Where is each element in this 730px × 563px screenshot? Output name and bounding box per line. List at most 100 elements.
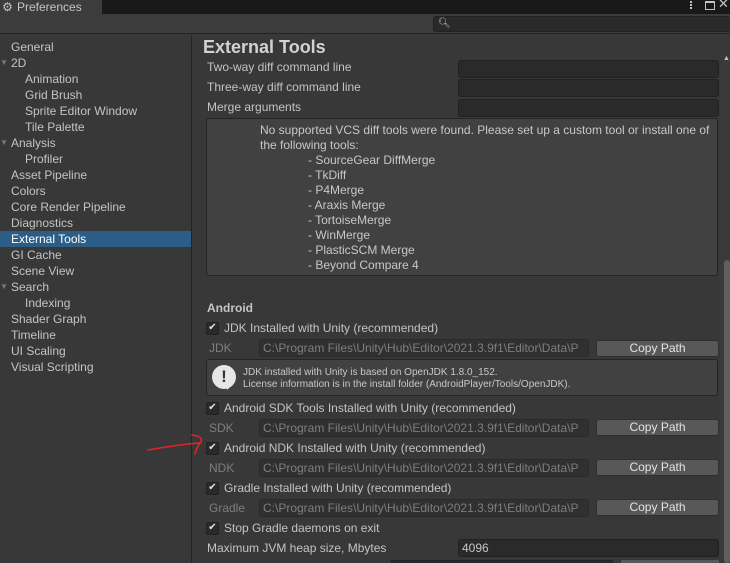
search-input[interactable]: 🔍︎: [433, 16, 730, 32]
expand-arrow-icon[interactable]: ▼: [0, 279, 8, 295]
jdk-info-box: ! JDK installed with Unity is based on O…: [206, 359, 718, 396]
jdk-info-line: License information is in the install fo…: [243, 379, 571, 390]
checkmark-icon: ✔: [208, 522, 217, 533]
stop-gradle-checkbox-label: Stop Gradle daemons on exit: [224, 521, 380, 535]
gradle-path-label: Gradle: [209, 501, 246, 515]
more-options-icon[interactable]: [688, 0, 694, 12]
vcs-tool-item: - Araxis Merge: [308, 198, 386, 212]
gear-icon: ⚙: [2, 0, 13, 14]
ndk-checkbox[interactable]: ✔: [206, 441, 219, 455]
checkmark-icon: ✔: [208, 482, 217, 493]
sdk-checkbox[interactable]: ✔: [206, 401, 219, 415]
jdk-checkbox-row[interactable]: ✔ JDK Installed with Unity (recommended): [206, 320, 438, 336]
sidebar-item-gi-cache[interactable]: GI Cache: [0, 247, 191, 263]
sidebar-item-label: Search: [11, 280, 50, 294]
sidebar-item-label: Animation: [25, 72, 79, 86]
sidebar-item-animation[interactable]: Animation: [0, 71, 191, 87]
sidebar-item-colors[interactable]: Colors: [0, 183, 191, 199]
sidebar-item-label: Asset Pipeline: [11, 168, 88, 182]
vcs-tool-item: - WinMerge: [308, 228, 371, 242]
vcs-tool-item: - SourceGear DiffMerge: [308, 153, 436, 167]
jdk-info-line: JDK installed with Unity is based on Ope…: [243, 367, 498, 378]
three-way-diff-label: Three-way diff command line: [207, 80, 361, 94]
expand-arrow-icon[interactable]: ▼: [0, 135, 8, 151]
jdk-path-label: JDK: [209, 341, 232, 355]
sidebar-item-shader-graph[interactable]: Shader Graph: [0, 311, 191, 327]
sidebar-item-external-tools[interactable]: External Tools: [0, 231, 191, 247]
gradle-checkbox[interactable]: ✔: [206, 481, 219, 495]
sidebar-item-label: Diagnostics: [11, 216, 74, 230]
sidebar-item-2d[interactable]: ▼ 2D: [0, 55, 191, 71]
sidebar-item-general[interactable]: General: [0, 39, 191, 55]
ndk-checkbox-row[interactable]: ✔ Android NDK Installed with Unity (reco…: [206, 440, 485, 456]
search-icon: 🔍︎: [438, 18, 451, 29]
merge-arguments-input[interactable]: [458, 99, 719, 117]
sidebar-item-core-render-pipeline[interactable]: Core Render Pipeline: [0, 199, 191, 215]
sidebar-item-scene-view[interactable]: Scene View: [0, 263, 191, 279]
expand-arrow-icon[interactable]: ▼: [0, 55, 8, 71]
sidebar-item-label: External Tools: [11, 232, 87, 246]
sidebar-item-label: Tile Palette: [25, 120, 85, 134]
jdk-checkbox[interactable]: ✔: [206, 321, 219, 335]
maximize-button[interactable]: [705, 1, 715, 10]
page-title: External Tools: [203, 37, 326, 57]
sidebar-item-label: Visual Scripting: [11, 360, 94, 374]
sidebar-item-timeline[interactable]: Timeline: [0, 327, 191, 343]
two-way-diff-label: Two-way diff command line: [207, 60, 352, 74]
ndk-path-field: C:\Program Files\Unity\Hub\Editor\2021.3…: [259, 459, 589, 477]
sdk-checkbox-row[interactable]: ✔ Android SDK Tools Installed with Unity…: [206, 400, 516, 416]
vcs-tool-item: - TkDiff: [308, 168, 347, 182]
jvm-heap-input[interactable]: 4096: [458, 539, 719, 557]
sidebar-item-visual-scripting[interactable]: Visual Scripting: [0, 359, 191, 375]
jdk-checkbox-label: JDK Installed with Unity (recommended): [224, 321, 439, 335]
sidebar-item-label: General: [11, 40, 54, 54]
ndk-checkbox-label: Android NDK Installed with Unity (recomm…: [224, 441, 486, 455]
two-way-diff-input[interactable]: [458, 60, 719, 78]
stop-gradle-checkbox-row[interactable]: ✔ Stop Gradle daemons on exit: [206, 520, 379, 536]
sidebar-item-analysis[interactable]: ▼ Analysis: [0, 135, 191, 151]
sidebar-item-label: Profiler: [25, 152, 64, 166]
sdk-copy-path-button[interactable]: Copy Path: [596, 419, 719, 436]
gradle-copy-path-button[interactable]: Copy Path: [596, 499, 719, 516]
sidebar-item-ui-scaling[interactable]: UI Scaling: [0, 343, 191, 359]
sidebar-item-diagnostics[interactable]: Diagnostics: [0, 215, 191, 231]
sidebar-item-asset-pipeline[interactable]: Asset Pipeline: [0, 167, 191, 183]
stop-gradle-checkbox[interactable]: ✔: [206, 521, 219, 535]
sidebar: General ▼ 2D Animation Grid Brush Sprite …: [0, 35, 192, 563]
sidebar-item-label: GI Cache: [11, 248, 62, 262]
title-bar: ⚙ Preferences ✕: [0, 0, 730, 14]
sidebar-item-label: 2D: [11, 56, 27, 70]
sidebar-item-grid-brush[interactable]: Grid Brush: [0, 87, 191, 103]
vcs-tool-item: - P4Merge: [308, 183, 365, 197]
vcs-help-message: No supported VCS diff tools were found. …: [260, 123, 710, 152]
scroll-up-arrow-icon[interactable]: ▲: [723, 55, 730, 62]
sidebar-item-label: Shader Graph: [11, 312, 87, 326]
sidebar-item-sprite-editor-window[interactable]: Sprite Editor Window: [0, 103, 191, 119]
vcs-help-box: No supported VCS diff tools were found. …: [206, 118, 718, 276]
gradle-checkbox-row[interactable]: ✔ Gradle Installed with Unity (recommend…: [206, 480, 451, 496]
toolbar: 🔍︎: [0, 14, 730, 34]
scrollbar-thumb[interactable]: [724, 260, 730, 563]
close-button[interactable]: ✕: [718, 0, 729, 10]
jdk-copy-path-button[interactable]: Copy Path: [596, 340, 719, 357]
sidebar-item-indexing[interactable]: Indexing: [0, 295, 191, 311]
checkmark-icon: ✔: [208, 442, 217, 453]
jdk-path-field: C:\Program Files\Unity\Hub\Editor\2021.3…: [259, 339, 589, 357]
vcs-tool-item: - Beyond Compare 4: [308, 258, 419, 272]
sidebar-item-search[interactable]: ▼ Search: [0, 279, 191, 295]
window-tab[interactable]: ⚙ Preferences: [0, 0, 102, 14]
vertical-scrollbar[interactable]: ▲: [721, 55, 730, 563]
sdk-path-label: SDK: [209, 421, 234, 435]
sidebar-item-tile-palette[interactable]: Tile Palette: [0, 119, 191, 135]
sidebar-item-label: UI Scaling: [11, 344, 66, 358]
sidebar-item-label: Timeline: [11, 328, 56, 342]
three-way-diff-input[interactable]: [458, 79, 719, 97]
jvm-heap-label: Maximum JVM heap size, Mbytes: [207, 541, 387, 555]
ndk-copy-path-button[interactable]: Copy Path: [596, 459, 719, 476]
main-panel: External Tools Two-way diff command line…: [193, 35, 730, 563]
sidebar-item-profiler[interactable]: Profiler: [0, 151, 191, 167]
merge-arguments-label: Merge arguments: [207, 100, 302, 114]
vcs-tool-list: - SourceGear DiffMerge - TkDiff - P4Merg…: [308, 153, 435, 273]
vcs-tool-item: - TortoiseMerge: [308, 213, 392, 227]
sidebar-item-label: Analysis: [11, 136, 56, 150]
